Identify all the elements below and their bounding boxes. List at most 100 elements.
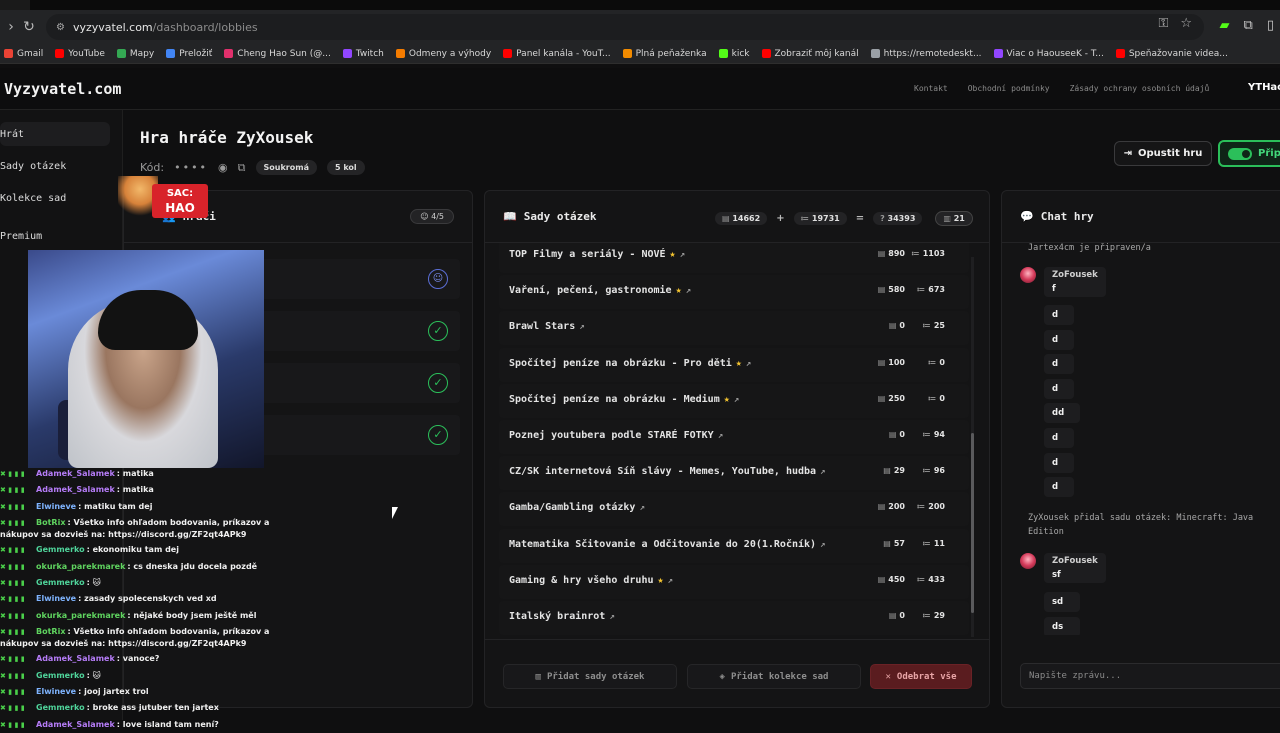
scrollbar-thumb[interactable]: [971, 433, 974, 613]
bookmark-item[interactable]: Cheng Hao Sun (@...: [224, 49, 331, 59]
external-link-icon[interactable]: ↗: [746, 359, 751, 369]
ready-toggle-button[interactable]: Připr: [1218, 140, 1280, 167]
bookmark-item[interactable]: Gmail: [4, 49, 43, 59]
list-icon: ≔: [911, 249, 920, 258]
reload-icon[interactable]: ↻: [18, 16, 40, 38]
tab-strip[interactable]: [30, 0, 1280, 10]
bookmark-label: Gmail: [17, 48, 44, 59]
add-collections-button[interactable]: ◈ Přidat kolekce sad: [687, 664, 861, 689]
chat-message-text: 🐱: [92, 578, 101, 588]
bookmark-favicon-icon: [166, 49, 176, 58]
doc-icon: ▤: [883, 466, 891, 476]
nav-privacy[interactable]: Zásady ochrany osobních údajů: [1070, 84, 1210, 93]
leave-game-button[interactable]: ⇥ Opustit hru: [1114, 141, 1212, 166]
set-row[interactable]: Spočítej peníze na obrázku - Pro děti ★ ↗ ▤…: [499, 347, 969, 382]
bookmark-item[interactable]: Zobraziť môj kanál: [761, 49, 859, 59]
book-add-icon: ▥: [535, 671, 541, 682]
stream-chat-line: ✖ ▮ ▮ ▮ Adamek_Salamek: vanoce?: [0, 651, 300, 667]
extension-leaf-icon[interactable]: ▰: [1220, 18, 1230, 33]
set-row[interactable]: Matematika Sčitovanie a Odčitovanie do 2…: [499, 528, 969, 563]
sidebar-item-premium[interactable]: Premium: [0, 224, 110, 248]
bookmark-item[interactable]: Plná peňaženka: [622, 49, 707, 59]
sidebar-item-collections[interactable]: Kolekce sad: [0, 186, 110, 210]
external-link-icon[interactable]: ↗: [639, 503, 644, 513]
chat-username: Adamek_Salamek: [36, 654, 115, 664]
key-icon[interactable]: ⚿: [1158, 16, 1168, 31]
sidepanel-icon[interactable]: ▯: [1267, 18, 1274, 33]
sets-scrollbar[interactable]: [971, 257, 974, 637]
toggle-switch[interactable]: [1228, 147, 1252, 160]
set-row[interactable]: CZ/SK internetová Síň slávy - Memes, You…: [499, 456, 969, 491]
external-link-icon[interactable]: ↗: [686, 286, 691, 296]
external-link-icon[interactable]: ↗: [609, 612, 614, 622]
external-link-icon[interactable]: ↗: [820, 467, 825, 477]
chat-badges-icon: ✖ ▮ ▮ ▮: [0, 611, 25, 620]
set-stat-answers: ≔ 25: [922, 321, 945, 330]
question-sets-panel: 📖 Sady otázek ▤ 14662 + ≔ 19731 = ? 3439…: [484, 190, 990, 708]
external-link-icon[interactable]: ↗: [668, 576, 673, 586]
chat-input[interactable]: Napište zprávu...: [1020, 663, 1280, 689]
address-bar[interactable]: ⚙ vyzyvatel.com/dashboard/lobbies: [46, 14, 1204, 40]
bookmark-item[interactable]: Speňažovanie videa...: [1115, 49, 1228, 59]
message-text: sf: [1052, 570, 1061, 580]
bookmark-item[interactable]: Panel kanála - YouT...: [503, 49, 611, 59]
bookmark-item[interactable]: Mapy: [116, 49, 154, 59]
bookmark-favicon-icon: [622, 49, 632, 58]
doc-icon: ▤: [888, 430, 897, 439]
bookmark-item[interactable]: Preložiť: [166, 49, 212, 59]
set-row[interactable]: Gamba/Gambling otázky ↗ ▤ 200 ≔ 200: [499, 492, 969, 527]
set-stat-value: 450: [888, 574, 905, 584]
external-link-icon[interactable]: ↗: [734, 395, 739, 405]
user-menu[interactable]: YTHaou: [1248, 82, 1280, 93]
set-row[interactable]: Gaming & hry všeho druhu ★ ↗ ▤ 450 ≔ 433: [499, 564, 969, 599]
bookmark-item[interactable]: Odmeny a výhody: [395, 49, 491, 59]
site-info-icon[interactable]: ⚙: [56, 22, 65, 33]
sidebar-item-play[interactable]: Hrát: [0, 122, 110, 146]
set-stat-questions: ▤ 890: [878, 249, 905, 258]
external-link-icon[interactable]: ↗: [820, 540, 825, 550]
bookmark-item[interactable]: Twitch: [342, 49, 384, 59]
game-meta-row: Kód: •••• ◉ ⧉ Soukromá 5 kol: [140, 160, 365, 175]
bookmark-star-icon[interactable]: ☆: [1180, 16, 1192, 31]
set-row[interactable]: Brawl Stars ↗ ▤ 0 ≔ 25: [499, 311, 969, 346]
copy-icon[interactable]: ⧉: [238, 161, 246, 175]
set-row[interactable]: Italský brainrot ↗ ▤ 0 ≔ 29: [499, 601, 969, 635]
external-link-icon[interactable]: ↗: [579, 322, 584, 332]
bookmark-label: Preložiť: [179, 48, 213, 59]
set-row[interactable]: Poznej youtubera podle STARÉ FOTKY ↗ ▤ 0 ≔ 94: [499, 420, 969, 454]
page-title: Hra hráče ZyXousek: [140, 128, 314, 147]
stream-chat-line: ✖ ▮ ▮ ▮ BotRix: Všetko info ohľadom bodov…: [0, 515, 300, 542]
bookmark-item[interactable]: kick: [718, 49, 750, 59]
bookmark-item[interactable]: https://remotedeskt...: [870, 49, 982, 59]
set-stat-value: 673: [928, 285, 945, 295]
set-row[interactable]: Vaření, pečení, gastronomie ★ ↗ ▤ 580 ≔ 673: [499, 275, 969, 310]
stream-chat-line: ✖ ▮ ▮ ▮ Elwineve: matiku tam dej: [0, 499, 300, 515]
sac-badge: SAC: HAO: [118, 176, 208, 220]
chat-username: Gemmerko: [36, 578, 85, 588]
set-row[interactable]: TOP Filmy a seriály - NOVÉ ★ ↗ ▤ 890 ≔ 1103: [499, 243, 969, 273]
ready-check-icon: ✓: [428, 373, 448, 393]
add-sets-button[interactable]: ▥ Přidat sady otázek: [503, 664, 677, 689]
chat-bubble-icon: 💬: [1020, 210, 1034, 223]
bookmark-item[interactable]: Viac o HaouseeK - T...: [993, 48, 1104, 59]
set-stat-answers: ≔ 200: [917, 502, 945, 511]
site-logo[interactable]: Vyzyvatel.com: [4, 80, 121, 98]
set-row[interactable]: Spočítej peníze na obrázku - Medium ★ ↗ ▤ 25…: [499, 383, 969, 418]
nav-contact[interactable]: Kontakt: [914, 84, 948, 93]
set-name-wrap: Gaming & hry všeho druhu ★ ↗: [509, 575, 673, 586]
bookmark-label: Viac o HaouseeK - T...: [1006, 48, 1104, 59]
bookmark-favicon-icon: [870, 49, 880, 58]
external-link-icon[interactable]: ↗: [718, 431, 723, 441]
sidebar-item-question-sets[interactable]: Sady otázek: [0, 154, 110, 178]
bookmark-item[interactable]: YouTube: [55, 49, 105, 59]
external-link-icon[interactable]: ↗: [680, 250, 685, 260]
chat-message: d: [1044, 354, 1074, 375]
eye-icon[interactable]: ◉: [218, 161, 228, 174]
nav-terms[interactable]: Obchodní podmínky: [968, 84, 1050, 93]
chat-message: d: [1044, 305, 1074, 325]
extensions-puzzle-icon[interactable]: ⧉: [1244, 18, 1253, 33]
featured-star-icon: ★: [669, 249, 676, 260]
remove-all-button[interactable]: ✕ Odebrat vše: [870, 664, 972, 689]
sac-box: SAC: HAO: [152, 184, 208, 218]
set-stat-questions: ▤ 57: [883, 539, 905, 548]
